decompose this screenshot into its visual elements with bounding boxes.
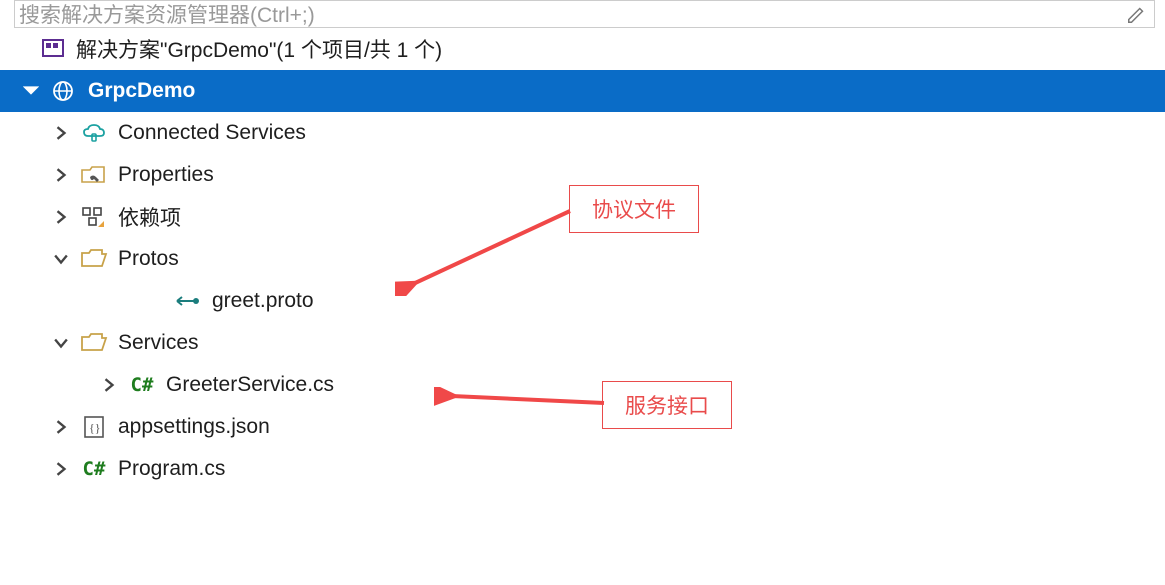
solution-label: 解决方案"GrpcDemo"(1 个项目/共 1 个) <box>76 34 442 64</box>
node-label: Services <box>118 331 199 355</box>
annotation-protocol-file: 协议文件 <box>569 185 699 233</box>
web-project-icon <box>50 79 78 103</box>
chevron-right-icon[interactable] <box>52 460 70 478</box>
search-placeholder: 搜索解决方案资源管理器(Ctrl+;) <box>19 0 315 28</box>
node-label: Properties <box>118 163 214 187</box>
node-services[interactable]: Services <box>0 322 1165 364</box>
csharp-file-icon: C# <box>128 373 156 397</box>
solution-root[interactable]: 解决方案"GrpcDemo"(1 个项目/共 1 个) <box>0 28 1165 70</box>
chevron-down-icon[interactable] <box>52 250 70 268</box>
node-label: Protos <box>118 247 179 271</box>
solution-icon <box>40 37 68 61</box>
pencil-icon[interactable] <box>1126 3 1148 25</box>
node-label: 依赖项 <box>118 202 181 232</box>
chevron-right-icon[interactable] <box>100 376 118 394</box>
dependencies-icon <box>80 205 108 229</box>
search-solution-explorer[interactable]: 搜索解决方案资源管理器(Ctrl+;) <box>14 0 1155 28</box>
chevron-right-icon[interactable] <box>52 208 70 226</box>
file-greet-proto[interactable]: greet.proto <box>0 280 1165 322</box>
annotation-label: 服务接口 <box>625 395 709 418</box>
node-label: Connected Services <box>118 121 306 145</box>
chevron-right-icon[interactable] <box>52 166 70 184</box>
file-label: Program.cs <box>118 457 225 481</box>
wrench-folder-icon <box>80 163 108 187</box>
folder-open-icon <box>80 331 108 355</box>
node-connected-services[interactable]: Connected Services <box>0 112 1165 154</box>
project-name: GrpcDemo <box>88 79 195 103</box>
cloud-plug-icon <box>80 121 108 145</box>
file-program[interactable]: C# Program.cs <box>0 448 1165 490</box>
chevron-down-icon[interactable] <box>52 334 70 352</box>
svg-text:{}: {} <box>89 421 101 435</box>
annotation-label: 协议文件 <box>592 199 676 222</box>
file-greeter-service[interactable]: C# GreeterService.cs <box>0 364 1165 406</box>
proto-file-icon <box>174 289 202 313</box>
file-label: greet.proto <box>212 289 314 313</box>
file-label: GreeterService.cs <box>166 373 334 397</box>
json-file-icon: {} <box>80 415 108 439</box>
file-appsettings[interactable]: {} appsettings.json <box>0 406 1165 448</box>
folder-open-icon <box>80 247 108 271</box>
annotation-service-interface: 服务接口 <box>602 381 732 429</box>
project-grpcdemo[interactable]: GrpcDemo <box>0 70 1165 112</box>
chevron-right-icon[interactable] <box>52 124 70 142</box>
node-protos[interactable]: Protos <box>0 238 1165 280</box>
csharp-file-icon: C# <box>80 457 108 481</box>
chevron-right-icon[interactable] <box>52 418 70 436</box>
file-label: appsettings.json <box>118 415 270 439</box>
expand-collapse-icon[interactable] <box>22 82 40 100</box>
